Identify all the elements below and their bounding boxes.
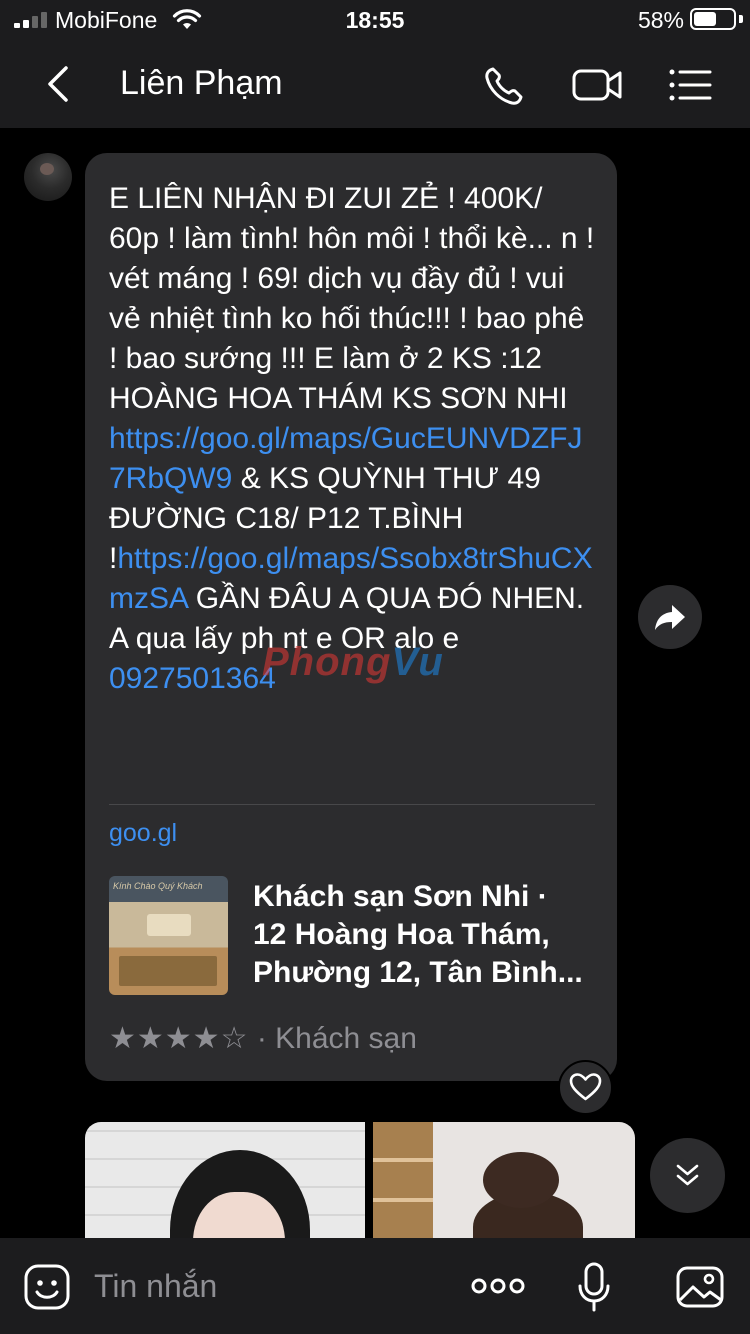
image-gallery-icon[interactable]: [674, 1262, 726, 1312]
message-text-segment: E LIÊN NHẬN ĐI ZUI ZẺ ! 400K/ 60p ! làm …: [109, 182, 595, 415]
contact-name[interactable]: Liên Phạm: [120, 64, 283, 103]
emoji-sticker-icon[interactable]: [22, 1262, 72, 1312]
double-chevron-down-icon: [676, 1164, 699, 1186]
message-composer: [0, 1238, 750, 1334]
watermark-logo: PhongVu: [262, 640, 444, 684]
battery-icon: [690, 8, 736, 30]
message-input[interactable]: [94, 1262, 434, 1310]
share-arrow-icon: [655, 605, 685, 630]
scroll-to-bottom-button[interactable]: [650, 1138, 725, 1213]
back-chevron-icon[interactable]: [38, 60, 82, 108]
heart-icon: [569, 1073, 602, 1101]
photo-attachment[interactable]: [373, 1122, 635, 1242]
link-preview-title[interactable]: Khách sạn Sơn Nhi · 12 Hoàng Hoa Thám, P…: [253, 878, 598, 992]
react-heart-button[interactable]: [558, 1060, 613, 1115]
phone-number-link[interactable]: 0927501364: [109, 662, 276, 695]
rating-stars-icon: ★★★★☆: [109, 1022, 249, 1055]
forward-message-button[interactable]: [638, 585, 702, 649]
thumbnail-logo: [147, 914, 191, 936]
chat-header: Liên Phạm: [0, 40, 750, 128]
battery-percentage: 58%: [637, 7, 684, 33]
video-call-icon[interactable]: [570, 60, 626, 110]
sender-avatar[interactable]: [24, 153, 72, 201]
more-options-icon[interactable]: [470, 1270, 526, 1302]
link-preview-domain[interactable]: goo.gl: [109, 819, 177, 848]
preview-divider: [109, 804, 595, 805]
link-preview-rating: ★★★★☆ · Khách sạn: [109, 1021, 417, 1056]
thumbnail-sign-text: Kính Chào Quý Khách: [113, 881, 203, 891]
link-preview-thumbnail[interactable]: Kính Chào Quý Khách: [109, 876, 228, 995]
message-text: E LIÊN NHẬN ĐI ZUI ZẺ ! 400K/ 60p ! làm …: [109, 179, 599, 699]
microphone-icon[interactable]: [574, 1260, 614, 1316]
phone-call-icon[interactable]: [478, 60, 534, 110]
status-bar: MobiFone 18:55 58%: [0, 0, 750, 40]
menu-list-icon[interactable]: [664, 60, 720, 110]
battery-fill: [694, 12, 717, 26]
photo-hair-bun: [483, 1152, 559, 1208]
battery-cap: [739, 15, 743, 23]
thumbnail-desk: [119, 956, 217, 986]
photo-attachment[interactable]: [85, 1122, 365, 1242]
message-bubble[interactable]: E LIÊN NHẬN ĐI ZUI ZẺ ! 400K/ 60p ! làm …: [85, 153, 617, 1081]
place-category: · Khách sạn: [248, 1022, 417, 1055]
photo-shelf: [373, 1122, 433, 1242]
